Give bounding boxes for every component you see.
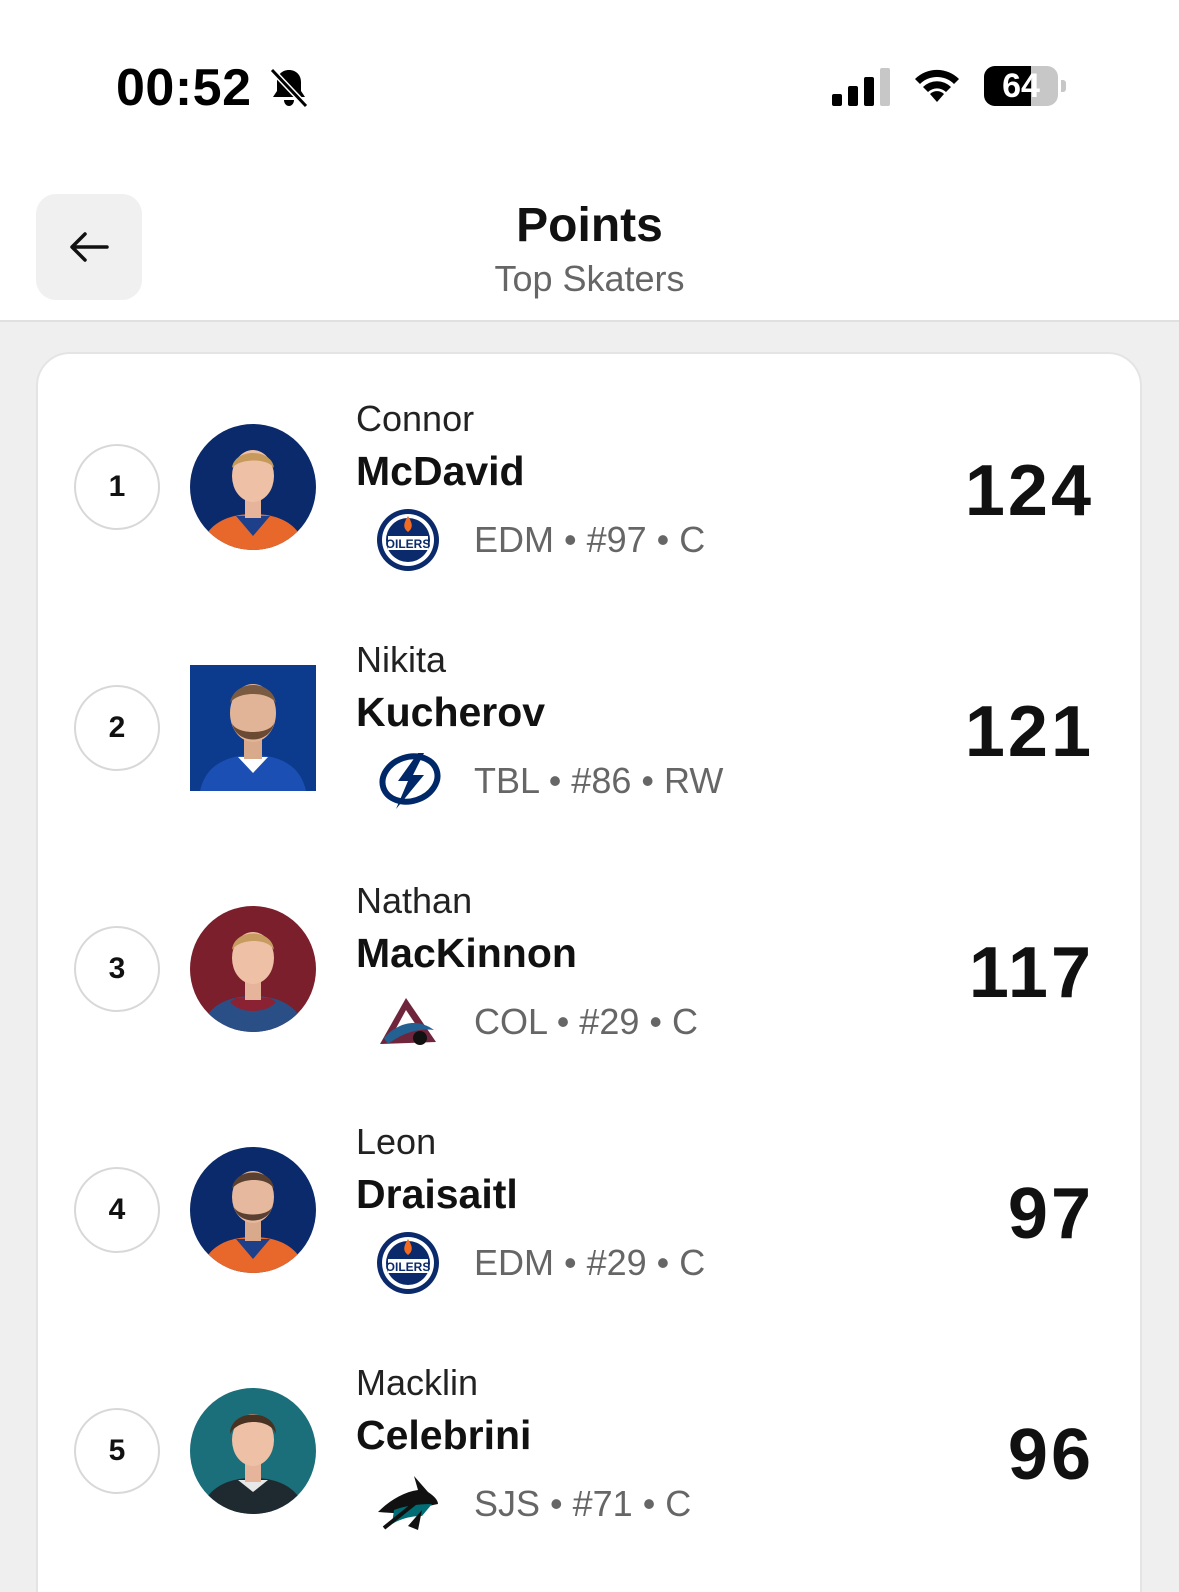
cellular-signal-icon bbox=[832, 68, 890, 106]
battery-indicator: 64 bbox=[984, 66, 1066, 106]
sharks-logo-icon bbox=[378, 1476, 438, 1530]
status-time: 00:52 bbox=[116, 59, 252, 117]
avalanche-logo-icon bbox=[380, 998, 436, 1045]
player-points: 97 bbox=[1007, 1174, 1094, 1254]
player-points: 117 bbox=[968, 933, 1094, 1013]
player-meta: TBL • #86 • RW bbox=[474, 760, 724, 801]
lightning-logo-icon bbox=[379, 753, 441, 809]
player-row[interactable]: 1 Connor McDavid OILERS EDM • #97 • C 12… bbox=[38, 354, 1144, 599]
content-area: 1 Connor McDavid OILERS EDM • #97 • C 12… bbox=[0, 322, 1179, 1592]
leaders-card: 1 Connor McDavid OILERS EDM • #97 • C 12… bbox=[36, 352, 1142, 1592]
player-avatar bbox=[190, 424, 316, 550]
player-row[interactable]: 4 Leon Draisaitl OILERS EDM • #29 • C 97 bbox=[38, 1077, 1144, 1322]
player-row[interactable]: 2 Nikita Kucherov TBL • #86 • RW 121 bbox=[38, 595, 1144, 840]
player-meta: SJS • #71 • C bbox=[474, 1483, 692, 1524]
player-last-name: Celebrini bbox=[356, 1412, 532, 1458]
player-first-name: Nikita bbox=[356, 639, 447, 680]
player-first-name: Leon bbox=[356, 1121, 437, 1162]
svg-text:OILERS: OILERS bbox=[386, 537, 431, 551]
page-header: Points Top Skaters bbox=[0, 170, 1179, 322]
player-first-name: Nathan bbox=[356, 880, 473, 921]
player-meta: EDM • #29 • C bbox=[474, 1242, 706, 1283]
player-meta: EDM • #97 • C bbox=[474, 519, 706, 560]
status-bar: 00:52 64 bbox=[0, 0, 1179, 170]
player-last-name: Draisaitl bbox=[356, 1171, 518, 1217]
oilers-logo-icon: OILERS bbox=[377, 509, 439, 571]
rank-badge: 1 bbox=[74, 444, 160, 530]
player-avatar bbox=[190, 1388, 316, 1514]
battery-percentage: 64 bbox=[1002, 67, 1040, 105]
rank-badge: 4 bbox=[74, 1167, 160, 1253]
player-avatar bbox=[190, 665, 316, 791]
rank-badge: 2 bbox=[74, 685, 160, 771]
player-row[interactable]: 5 Macklin Celebrini SJS • #71 • C 96 bbox=[38, 1318, 1144, 1563]
page-title: Points bbox=[516, 199, 663, 252]
player-first-name: Connor bbox=[356, 398, 475, 439]
battery-body: 64 bbox=[984, 66, 1058, 106]
player-points: 96 bbox=[1007, 1415, 1094, 1495]
player-avatar bbox=[190, 1147, 316, 1273]
oilers-logo-icon: OILERS bbox=[377, 1232, 439, 1294]
bell-muted-icon bbox=[269, 67, 309, 109]
svg-text:OILERS: OILERS bbox=[386, 1260, 431, 1274]
player-avatar bbox=[190, 906, 316, 1032]
player-last-name: Kucherov bbox=[356, 689, 546, 735]
player-points: 124 bbox=[964, 451, 1094, 531]
page-subtitle: Top Skaters bbox=[494, 258, 685, 299]
player-last-name: MacKinnon bbox=[356, 930, 577, 976]
player-points: 121 bbox=[964, 692, 1094, 772]
player-last-name: McDavid bbox=[356, 448, 525, 494]
battery-cap bbox=[1061, 80, 1066, 92]
player-first-name: Macklin bbox=[356, 1362, 479, 1403]
player-row[interactable]: 3 Nathan MacKinnon COL • #29 • C 117 bbox=[38, 836, 1144, 1081]
player-meta: COL • #29 • C bbox=[474, 1001, 698, 1042]
rank-badge: 5 bbox=[74, 1408, 160, 1494]
rank-badge: 3 bbox=[74, 926, 160, 1012]
wifi-icon bbox=[915, 69, 959, 102]
